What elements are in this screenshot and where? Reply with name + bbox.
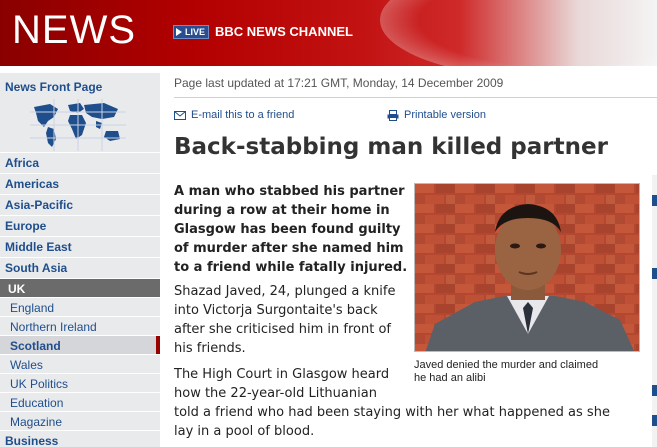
paragraph-line: how the 22-year-old Lithuanian: [174, 386, 377, 401]
print-link-label: Printable version: [404, 109, 486, 121]
play-icon: [176, 27, 182, 36]
sidebar-item-label: Education: [10, 396, 64, 410]
sidebar-item-education[interactable]: Education: [0, 392, 160, 411]
paragraph-line: told a friend who had been staying with …: [174, 405, 610, 420]
article-photo: [414, 183, 640, 352]
paragraph-line: Shazad Javed, 24, plunged a knife: [174, 284, 396, 299]
sidebar-item-middle-east[interactable]: Middle East: [0, 236, 160, 257]
sidebar-item-label: Wales: [10, 358, 43, 372]
intro-line: Glasgow has been found guilty: [174, 222, 401, 237]
sidebar-item-asia-pacific[interactable]: Asia-Pacific: [0, 194, 160, 215]
last-updated: Page last updated at 17:21 GMT, Monday, …: [174, 76, 504, 90]
sidebar-item-label: South Asia: [5, 261, 68, 275]
right-column-edge: [652, 175, 657, 447]
paragraph-line: his friends.: [174, 341, 246, 356]
header-banner: NEWS LIVE BBC NEWS CHANNEL: [0, 0, 657, 66]
intro-line: A man who stabbed his partner: [174, 184, 405, 199]
sidebar-item-americas[interactable]: Americas: [0, 173, 160, 194]
edge-marker: [652, 385, 657, 396]
sidebar-item-england[interactable]: England: [0, 297, 160, 316]
article-intro: A man who stabbed his partner during a r…: [174, 182, 409, 277]
live-label: LIVE: [185, 26, 206, 37]
sidebar-item-label: Europe: [5, 219, 47, 233]
sidebar-item-africa[interactable]: Africa: [0, 152, 160, 173]
sidebar: News Front Page Africa Americas Asia-Pac…: [0, 73, 160, 447]
sidebar-item-label: Scotland: [10, 339, 61, 353]
sidebar-item-northern-ireland[interactable]: Northern Ireland: [0, 316, 160, 335]
sidebar-item-europe[interactable]: Europe: [0, 215, 160, 236]
sidebar-item-scotland[interactable]: Scotland: [0, 335, 160, 355]
sidebar-item-wales[interactable]: Wales: [0, 354, 160, 373]
edge-marker: [652, 268, 657, 279]
email-link-label: E-mail this to a friend: [191, 109, 295, 121]
banner-swoosh: [380, 0, 657, 66]
world-map-icon: [30, 99, 126, 151]
intro-line: to a friend while fatally injured.: [174, 260, 408, 275]
sidebar-item-label: Asia-Pacific: [5, 198, 74, 212]
live-channel-link[interactable]: LIVE BBC NEWS CHANNEL: [173, 24, 353, 39]
intro-line: of murder after she named him: [174, 241, 404, 256]
article-paragraph-1: Shazad Javed, 24, plunged a knife into V…: [174, 282, 409, 358]
edge-marker: [652, 195, 657, 206]
sidebar-item-label: Northern Ireland: [10, 320, 97, 334]
paragraph-line: into Victorja Surgontaite's back: [174, 303, 378, 318]
sidebar-front-page[interactable]: News Front Page: [5, 80, 102, 94]
sidebar-item-south-asia[interactable]: South Asia: [0, 257, 160, 278]
sidebar-item-label: Americas: [5, 177, 60, 191]
sidebar-item-uk[interactable]: UK: [0, 278, 160, 297]
divider: [174, 97, 657, 98]
caption-line: he had an alibi: [414, 372, 486, 384]
photo-caption: Javed denied the murder and claimed he h…: [414, 359, 640, 385]
channel-label: BBC NEWS CHANNEL: [215, 24, 353, 39]
paragraph-line: after she criticised him in front of: [174, 322, 391, 337]
printer-icon: [387, 109, 399, 121]
sidebar-item-label: Africa: [5, 156, 40, 170]
article-headline: Back-stabbing man killed partner: [174, 134, 608, 160]
paragraph-line: lay in a pool of blood.: [174, 424, 315, 439]
email-link[interactable]: E-mail this to a friend: [174, 109, 294, 121]
sidebar-item-magazine[interactable]: Magazine: [0, 411, 160, 430]
envelope-icon: [174, 110, 186, 120]
brand-logo[interactable]: NEWS: [12, 8, 136, 53]
sidebar-item-label: England: [10, 301, 55, 315]
sidebar-item-label: Business: [5, 434, 59, 447]
sidebar-item-label: UK: [8, 282, 26, 296]
sidebar-item-uk-politics[interactable]: UK Politics: [0, 373, 160, 392]
photo-portrait: [415, 184, 639, 351]
sidebar-item-label: Middle East: [5, 240, 72, 254]
print-link[interactable]: Printable version: [387, 109, 486, 121]
sidebar-item-label: UK Politics: [10, 377, 69, 391]
current-section-marker: [156, 336, 160, 355]
intro-line: during a row at their home in: [174, 203, 390, 218]
sidebar-item-label: Magazine: [10, 415, 63, 429]
caption-line: Javed denied the murder and claimed: [414, 359, 599, 371]
edge-marker: [652, 415, 657, 426]
sidebar-item-business[interactable]: Business: [0, 430, 160, 447]
live-badge: LIVE: [173, 24, 210, 39]
